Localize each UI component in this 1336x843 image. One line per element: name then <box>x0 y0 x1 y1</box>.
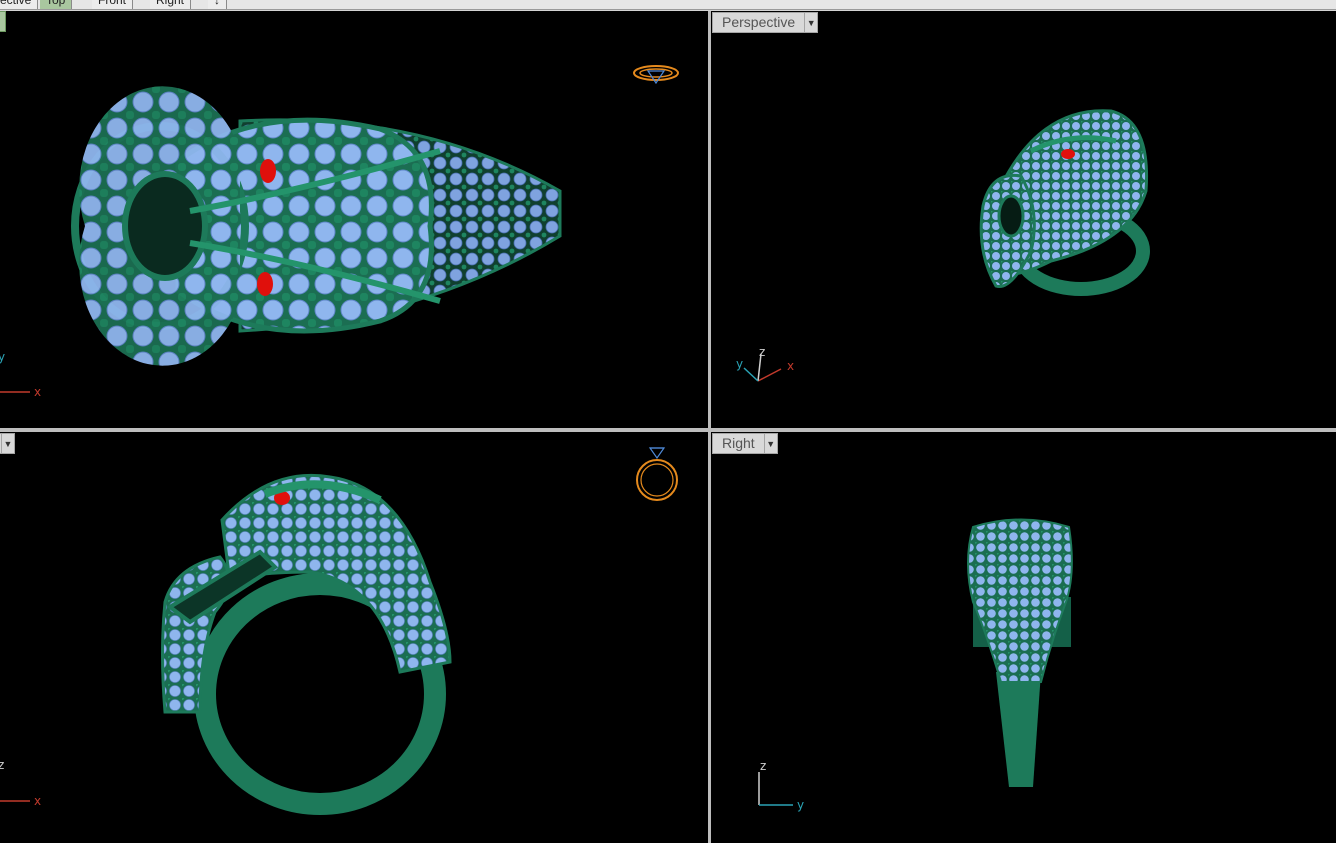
perspective-view-canvas: y z x <box>736 109 1150 382</box>
tab-top[interactable]: Top <box>40 0 73 9</box>
viewport-perspective-title: Perspective <box>722 14 796 30</box>
top-view-canvas: x y <box>0 65 679 399</box>
axis-indicator-perspective: y z x <box>736 345 794 382</box>
triangle-down-icon[interactable]: ▼ <box>763 434 777 453</box>
axis-indicator-top: x y <box>0 350 41 399</box>
axis-z-label: z <box>759 345 765 359</box>
viewport-top[interactable]: x y <box>0 11 708 428</box>
viewport-top-label[interactable] <box>0 11 6 32</box>
ring-model-top[interactable] <box>71 86 562 366</box>
viewport-tab-strip: ective Top Front Right ↓ <box>0 0 1336 10</box>
viewport-front-label[interactable]: ▼ <box>0 433 15 454</box>
viewport-right-title: Right <box>722 435 755 451</box>
tab-right[interactable]: Right <box>150 0 192 9</box>
axis-z-label: z <box>760 759 766 773</box>
tab-more[interactable]: ↓ <box>208 0 227 9</box>
viewport-right[interactable]: Right ▼ z y <box>711 432 1336 843</box>
viewport-splitter-vertical[interactable] <box>708 11 711 843</box>
axis-z-label: z <box>0 758 4 772</box>
viewport-front[interactable]: ▼ x z <box>0 432 708 843</box>
ring-icon <box>633 65 679 85</box>
axis-y-label: y <box>797 798 804 812</box>
axis-x-label: x <box>787 359 794 373</box>
front-view-canvas: x z <box>0 447 678 815</box>
triangle-down-icon[interactable]: ▼ <box>804 13 817 32</box>
ring-icon <box>636 447 678 501</box>
viewport-splitter-horizontal[interactable] <box>0 428 1336 432</box>
viewport-perspective-label[interactable]: Perspective ▼ <box>712 12 819 33</box>
ring-model-perspective[interactable] <box>979 109 1150 296</box>
tab-perspective[interactable]: ective <box>0 0 39 9</box>
ring-model-front[interactable] <box>161 473 452 815</box>
axis-y-label: y <box>0 350 5 364</box>
axis-x-label: x <box>34 385 41 399</box>
right-view-canvas: z y <box>758 518 1073 812</box>
tab-front[interactable]: Front <box>92 0 134 9</box>
axis-indicator-right: z y <box>758 759 804 812</box>
ring-model-right[interactable] <box>967 518 1073 788</box>
rhino-app-window: ective Top Front Right ↓ x y Perspective… <box>0 0 1336 843</box>
axis-y-label: y <box>736 357 743 371</box>
axis-x-label: x <box>34 794 41 808</box>
viewport-top-title <box>0 12 5 31</box>
viewport-perspective[interactable]: Perspective ▼ y z x <box>711 11 1336 428</box>
axis-indicator-front: x z <box>0 758 41 808</box>
triangle-down-icon[interactable]: ▼ <box>1 434 14 453</box>
viewport-right-label[interactable]: Right ▼ <box>712 433 778 454</box>
